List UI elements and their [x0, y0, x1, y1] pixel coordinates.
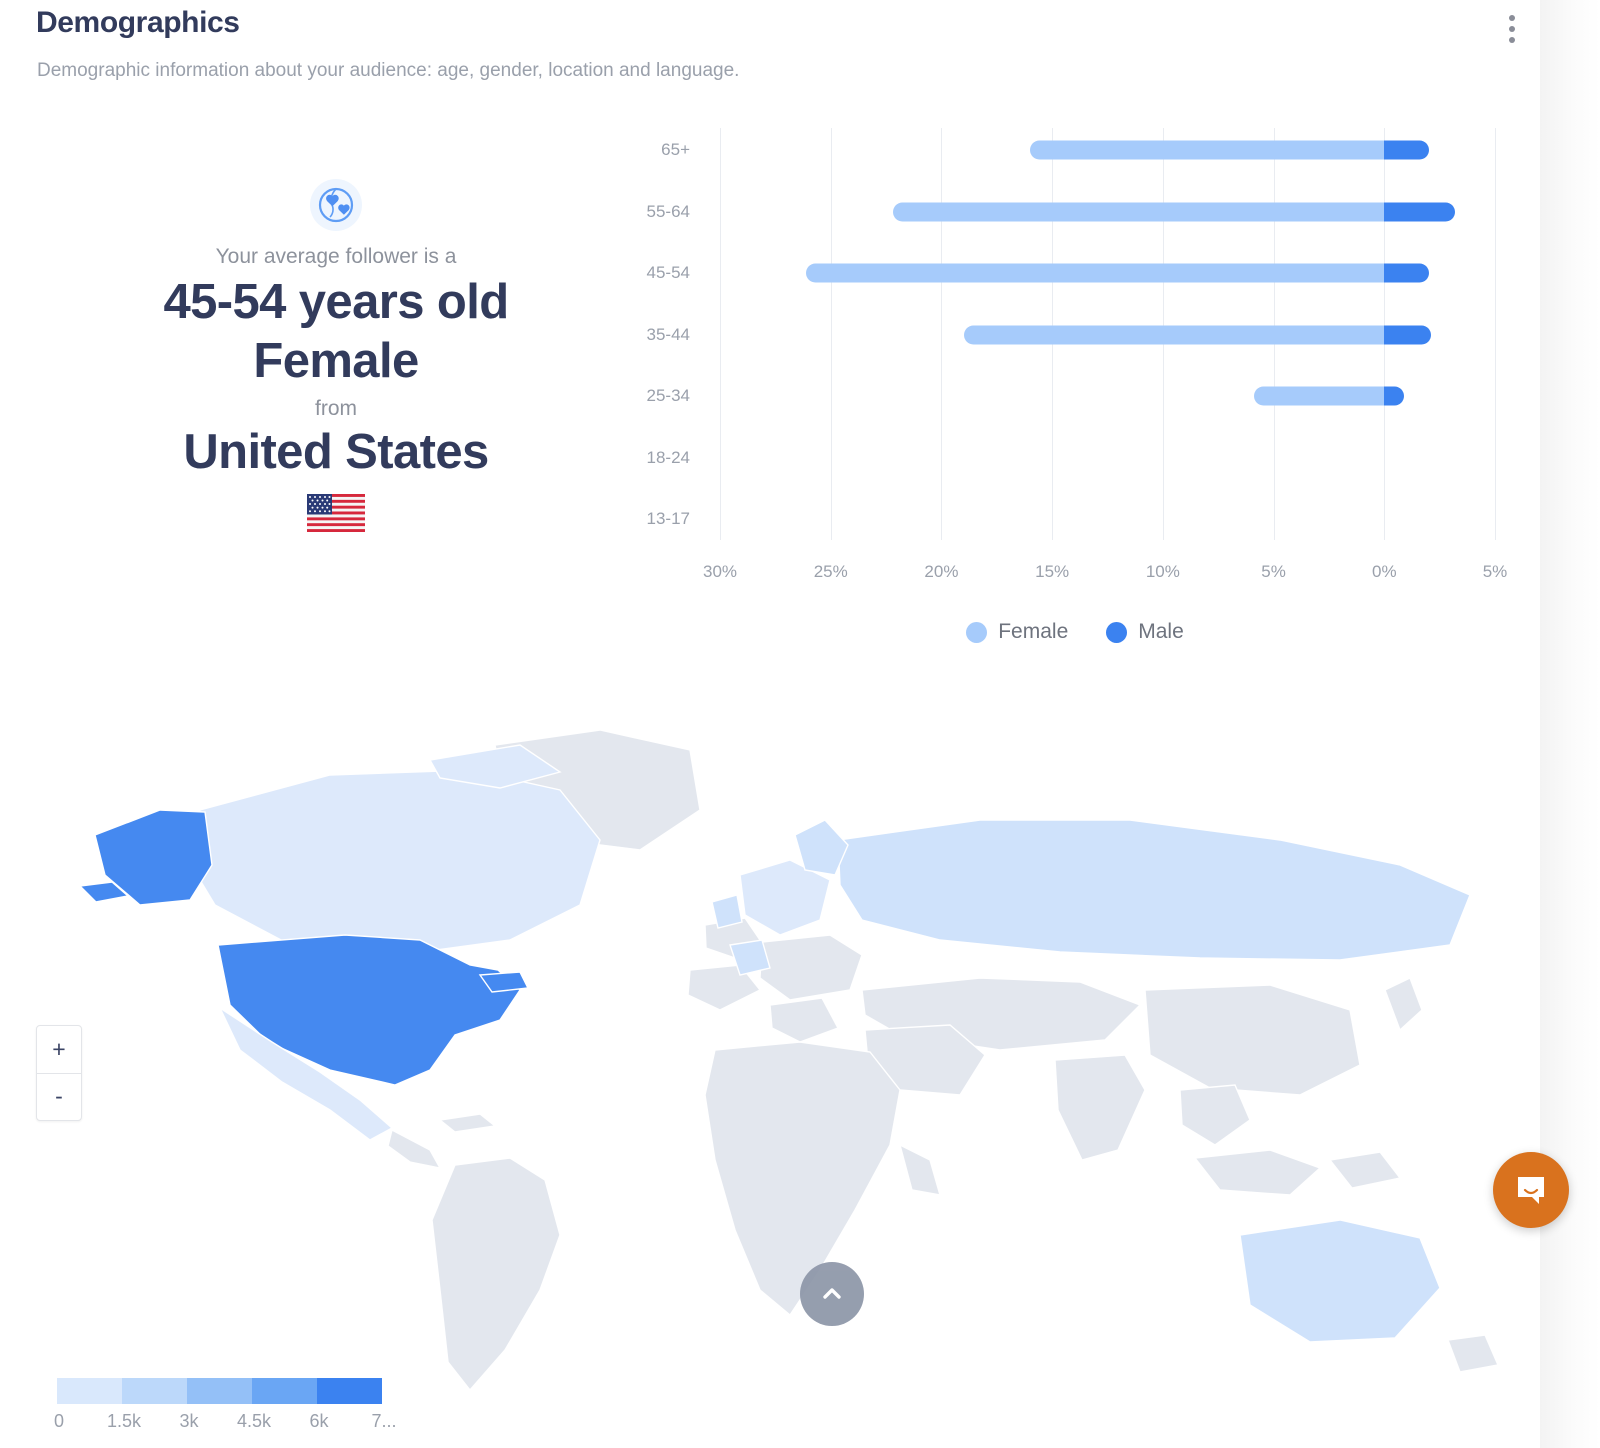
chart-x-tick-label: 5% [1482, 562, 1508, 581]
chart-y-tick-label: 35-44 [646, 324, 690, 344]
map-scale-label: 1.5k [106, 1411, 142, 1431]
map-scale-label: 0 [53, 1411, 65, 1431]
us-flag-icon [36, 494, 636, 533]
chart-bar-female[interactable] [806, 263, 1385, 283]
map-scale-swatch [317, 1378, 382, 1404]
average-follower-summary: Your average follower is a 45-54 years o… [36, 150, 636, 533]
average-follower-country: United States [183, 425, 489, 480]
globe-heart-icon [310, 179, 362, 231]
legend-item-male[interactable]: Male [1106, 620, 1184, 644]
chart-bar-male[interactable] [1384, 140, 1429, 160]
chart-x-tick-label: 0% [1371, 562, 1397, 581]
map-scale-label: 6k [309, 1411, 329, 1431]
chart-y-tick-label: 55-64 [646, 201, 690, 221]
chevron-up-icon [823, 1288, 841, 1299]
legend-swatch-male [1106, 621, 1128, 643]
map-scale-swatch [122, 1378, 187, 1404]
map-zoom-out-button[interactable]: - [37, 1074, 81, 1121]
chart-bar-male[interactable] [1384, 202, 1456, 221]
map-scale-label: 3k [179, 1411, 199, 1431]
legend-label-male: Male [1138, 620, 1184, 643]
map-zoom-in-button[interactable]: + [37, 1026, 81, 1074]
average-follower-gender: Female [253, 334, 419, 389]
average-follower-lead: Your average follower is a [215, 245, 457, 268]
legend-swatch-female [966, 621, 988, 643]
map-scale-swatches [57, 1378, 447, 1404]
chart-y-tick-label: 13-17 [646, 509, 690, 528]
chart-gridline [720, 128, 721, 540]
map-scale-label: 7... [371, 1411, 397, 1431]
map-scale-label: 4.5k [236, 1411, 272, 1431]
intercom-chat-icon [1518, 1177, 1544, 1204]
average-follower-connector: from [315, 397, 357, 421]
chart-x-tick-label: 15% [1035, 562, 1070, 581]
chart-gridline [1495, 128, 1496, 540]
chart-bar-male[interactable] [1384, 325, 1431, 344]
chart-bar-male[interactable] [1384, 263, 1429, 283]
chart-y-tick-label: 45-54 [646, 263, 690, 282]
world-map-svg [0, 690, 1540, 1390]
kebab-menu-icon[interactable] [1500, 12, 1524, 46]
map-scale-swatch [57, 1378, 122, 1404]
map-color-scale-legend: 0 1.5k 3k 4.5k 6k 7... [53, 1378, 447, 1435]
age-gender-pyramid-chart: 30% 25% 20% 15% 10% 5% 0% 5% 65+ 55-64 45-54 35-44 2… [630, 120, 1520, 660]
chart-bar-female[interactable] [1253, 386, 1385, 406]
chart-gridline [941, 128, 943, 540]
chart-legend: Female Male [630, 620, 1520, 644]
legend-item-female[interactable]: Female [966, 620, 1068, 644]
average-follower-age: 45-54 years old [163, 275, 509, 330]
chart-y-tick-label: 65+ [661, 140, 690, 159]
world-map[interactable] [0, 690, 1540, 1448]
chart-bar-female[interactable] [963, 325, 1385, 344]
map-zoom-controls[interactable]: + - [36, 1025, 82, 1121]
chart-x-tick-label: 30% [702, 562, 738, 581]
map-scale-labels: 0 1.5k 3k 4.5k 6k 7... [53, 1411, 447, 1435]
chart-gridline [830, 128, 832, 540]
chart-x-tick-label: 25% [813, 562, 848, 581]
map-scale-swatch [252, 1378, 317, 1404]
legend-label-female: Female [998, 620, 1069, 643]
scroll-to-top-button[interactable] [800, 1262, 864, 1326]
chart-bar-female[interactable] [1030, 140, 1385, 160]
page-title: Demographics [36, 6, 240, 39]
chart-y-tick-label: 18-24 [646, 447, 690, 467]
chart-bar-female[interactable] [892, 202, 1385, 221]
page-subtitle: Demographic information about your audie… [37, 60, 740, 81]
chart-x-tick-label: 10% [1145, 562, 1180, 581]
chart-bar-male[interactable] [1384, 386, 1405, 406]
chart-y-tick-label: 25-34 [646, 386, 690, 405]
map-scale-swatch [187, 1378, 252, 1404]
intercom-launcher-button[interactable] [1493, 1152, 1569, 1228]
chart-x-tick-label: 20% [924, 562, 959, 581]
chart-x-tick-label: 5% [1261, 562, 1286, 581]
demographics-card: Demographics Demographic information abo… [0, 0, 1569, 1448]
page-right-gutter [1540, 0, 1600, 1448]
